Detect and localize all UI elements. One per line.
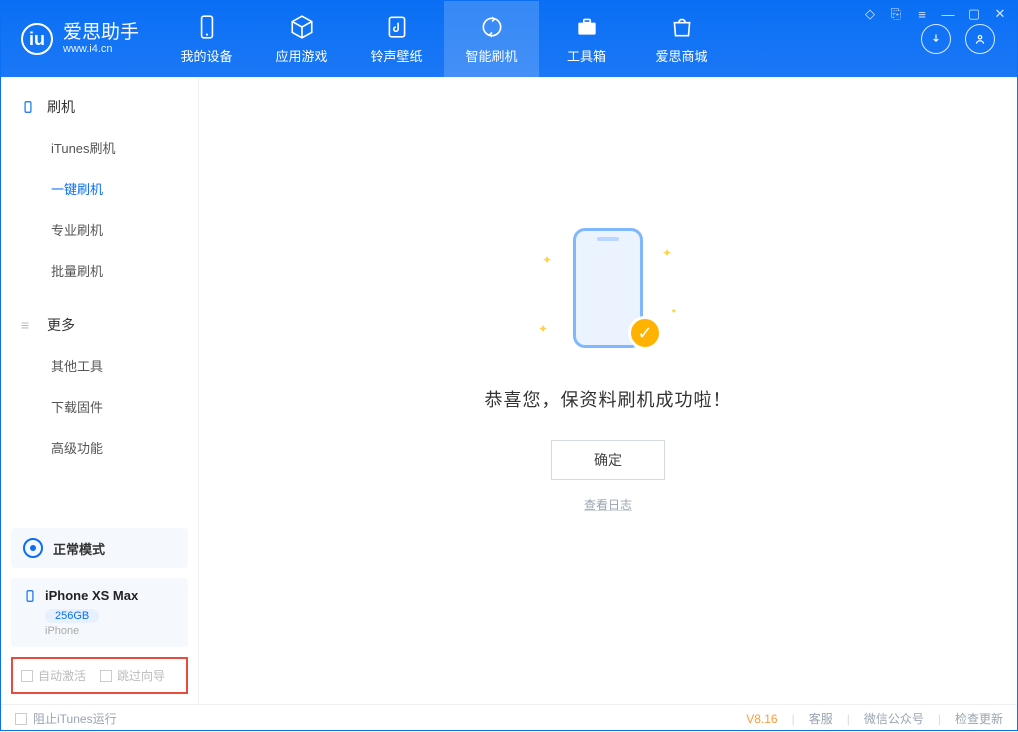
version-label: V8.16 (746, 712, 777, 726)
checkbox-stop-itunes[interactable]: 阻止iTunes运行 (15, 710, 117, 727)
sidebar-item-onekey-flash[interactable]: 一键刷机 (1, 168, 198, 209)
minimize-button[interactable]: — (940, 6, 956, 22)
briefcase-icon (574, 14, 600, 40)
app-logo: iu 爱思助手 www.i4.cn (1, 1, 159, 77)
sidebar-item-other-tools[interactable]: 其他工具 (1, 345, 198, 386)
feedback-icon[interactable]: ⎘ (888, 6, 904, 22)
sparkle-icon: ✦ (662, 246, 672, 260)
success-illustration: ✦ ✦ ✦ • ✓ (548, 228, 668, 358)
checkbox-skip-wizard[interactable]: 跳过向导 (100, 667, 165, 684)
device-capacity: 256GB (45, 609, 99, 623)
status-bar: 阻止iTunes运行 V8.16 | 客服 | 微信公众号 | 检查更新 (1, 704, 1017, 732)
tab-store[interactable]: 爱思商城 (634, 1, 729, 77)
top-tabs: 我的设备 应用游戏 铃声壁纸 智能刷机 工具箱 爱思商城 (159, 1, 899, 77)
phone-small-icon (23, 589, 37, 603)
sidebar-head-label: 更多 (47, 315, 75, 335)
view-log-link[interactable]: 查看日志 (584, 496, 632, 513)
refresh-gear-icon (479, 14, 505, 40)
tab-apps-games[interactable]: 应用游戏 (254, 1, 349, 77)
main-area: 刷机 iTunes刷机 一键刷机 专业刷机 批量刷机 ≡ 更多 其他工具 下载固… (1, 77, 1017, 704)
tab-toolbox[interactable]: 工具箱 (539, 1, 634, 77)
bag-icon (669, 14, 695, 40)
sidebar-head-label: 刷机 (47, 97, 75, 117)
sidebar-head-more: ≡ 更多 (1, 309, 198, 345)
logo-icon: iu (21, 23, 53, 55)
confirm-button[interactable]: 确定 (551, 440, 665, 480)
download-button[interactable] (921, 24, 951, 54)
separator: | (792, 712, 795, 726)
list-icon: ≡ (21, 317, 37, 333)
phone-icon (194, 14, 220, 40)
content-pane: ✦ ✦ ✦ • ✓ 恭喜您，保资料刷机成功啦！ 确定 查看日志 (199, 77, 1017, 704)
device-type: iPhone (45, 625, 176, 637)
app-name-en: www.i4.cn (63, 43, 139, 55)
sparkle-icon: ✦ (538, 322, 548, 336)
tab-label: 爱思商城 (656, 46, 708, 65)
sparkle-icon: ✦ (542, 253, 552, 267)
sidebar-bottom: 正常模式 iPhone XS Max 256GB iPhone 自动激活 跳过向… (1, 518, 198, 704)
device-icon (21, 99, 37, 115)
success-message: 恭喜您，保资料刷机成功啦！ (485, 386, 732, 412)
app-name-cn: 爱思助手 (63, 23, 139, 44)
account-button[interactable] (965, 24, 995, 54)
check-update-link[interactable]: 检查更新 (955, 710, 1003, 727)
checkbox-label: 阻止iTunes运行 (33, 710, 117, 727)
checkbox-icon (21, 670, 33, 682)
window-controls: ◇ ⎘ ≡ — ▢ ✕ (862, 6, 1008, 22)
sidebar-item-advanced[interactable]: 高级功能 (1, 427, 198, 468)
device-card[interactable]: iPhone XS Max 256GB iPhone (11, 578, 188, 647)
customer-service-link[interactable]: 客服 (809, 710, 833, 727)
mode-icon (23, 538, 43, 558)
checkbox-label: 跳过向导 (117, 667, 165, 684)
checkbox-icon (15, 713, 27, 725)
maximize-button[interactable]: ▢ (966, 6, 982, 22)
mode-label: 正常模式 (53, 539, 105, 558)
checkbox-auto-activate[interactable]: 自动激活 (21, 667, 86, 684)
tab-smart-flash[interactable]: 智能刷机 (444, 1, 539, 77)
sidebar: 刷机 iTunes刷机 一键刷机 专业刷机 批量刷机 ≡ 更多 其他工具 下载固… (1, 77, 199, 704)
sidebar-item-download-firmware[interactable]: 下载固件 (1, 386, 198, 427)
tab-label: 工具箱 (567, 46, 606, 65)
tab-ringtone-wallpaper[interactable]: 铃声壁纸 (349, 1, 444, 77)
tab-my-device[interactable]: 我的设备 (159, 1, 254, 77)
close-button[interactable]: ✕ (992, 6, 1008, 22)
highlighted-checkbox-row: 自动激活 跳过向导 (11, 657, 188, 694)
sidebar-item-batch-flash[interactable]: 批量刷机 (1, 250, 198, 291)
sidebar-group-flash: 刷机 iTunes刷机 一键刷机 专业刷机 批量刷机 (1, 77, 198, 295)
wechat-link[interactable]: 微信公众号 (864, 710, 924, 727)
skin-icon[interactable]: ◇ (862, 6, 878, 22)
sparkle-icon: • (672, 304, 676, 318)
status-right: V8.16 | 客服 | 微信公众号 | 检查更新 (746, 710, 1003, 727)
separator: | (847, 712, 850, 726)
title-bar: iu 爱思助手 www.i4.cn 我的设备 应用游戏 铃声壁纸 智能刷机 工具… (1, 1, 1017, 77)
check-badge-icon: ✓ (628, 316, 662, 350)
cube-icon (289, 14, 315, 40)
sidebar-group-more: ≡ 更多 其他工具 下载固件 高级功能 (1, 295, 198, 472)
menu-icon[interactable]: ≡ (914, 6, 930, 22)
tab-label: 应用游戏 (276, 46, 328, 65)
music-file-icon (384, 14, 410, 40)
separator: | (938, 712, 941, 726)
tab-label: 智能刷机 (466, 46, 518, 65)
sidebar-item-pro-flash[interactable]: 专业刷机 (1, 209, 198, 250)
tab-label: 我的设备 (181, 46, 233, 65)
tab-label: 铃声壁纸 (371, 46, 423, 65)
checkbox-icon (100, 670, 112, 682)
device-name: iPhone XS Max (45, 588, 138, 603)
sidebar-head-flash: 刷机 (1, 91, 198, 127)
checkbox-label: 自动激活 (38, 667, 86, 684)
logo-text: 爱思助手 www.i4.cn (63, 23, 139, 56)
mode-card[interactable]: 正常模式 (11, 528, 188, 568)
sidebar-item-itunes-flash[interactable]: iTunes刷机 (1, 127, 198, 168)
